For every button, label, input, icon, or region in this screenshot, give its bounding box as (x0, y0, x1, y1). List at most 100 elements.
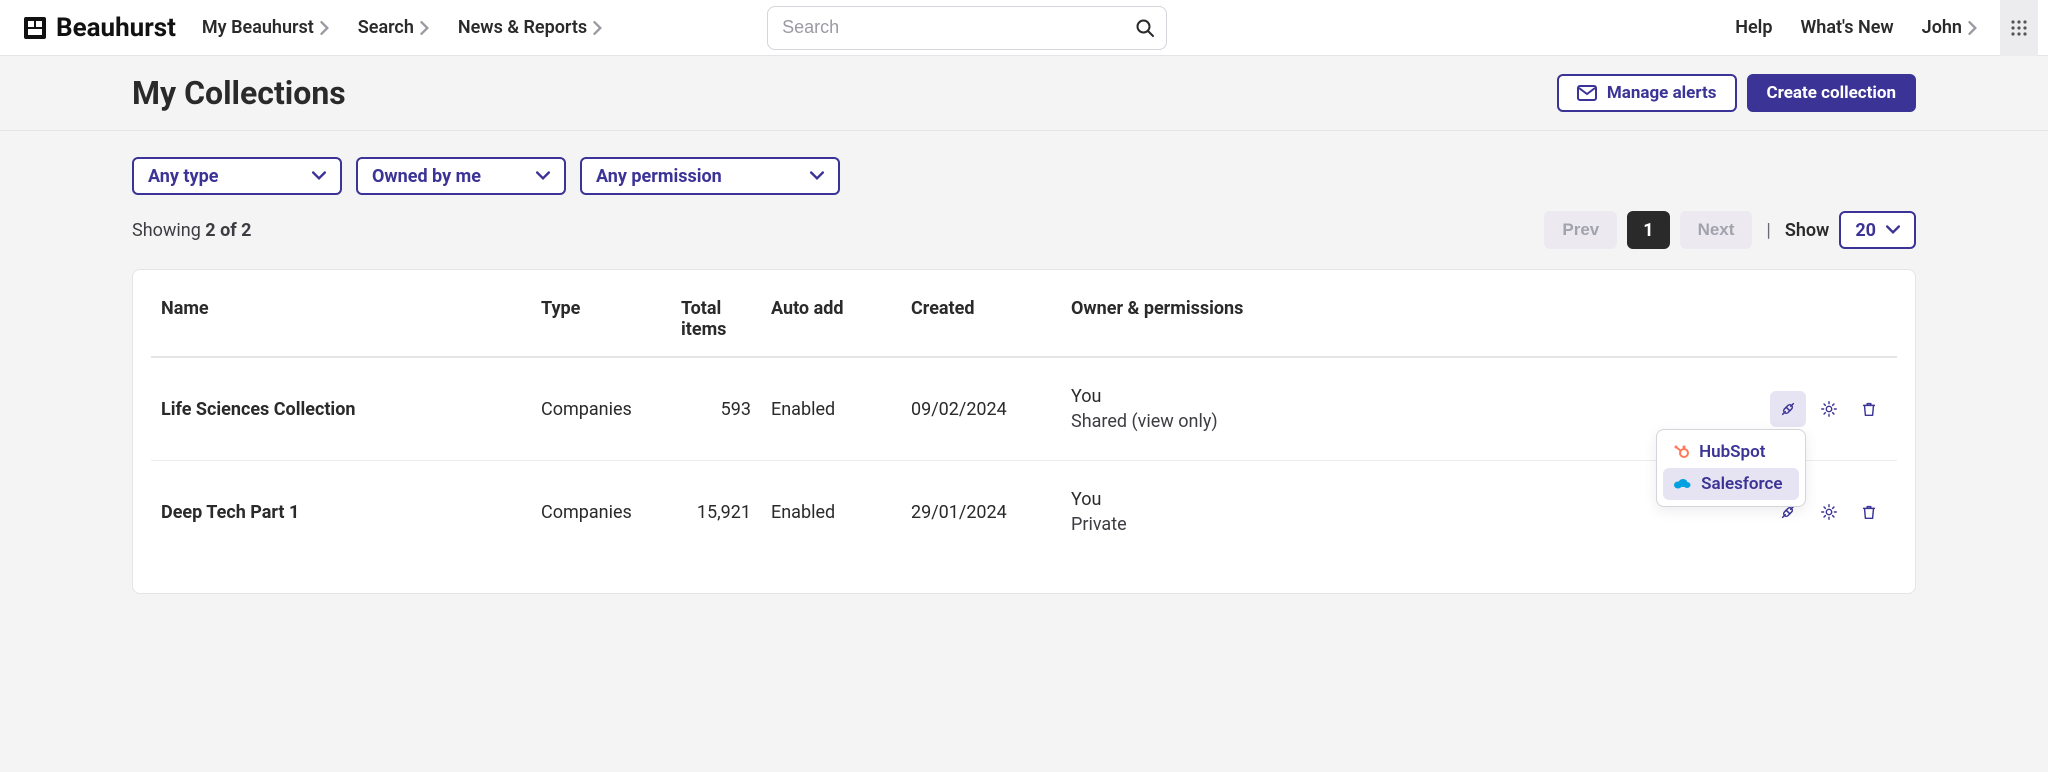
popover-hubspot[interactable]: HubSpot (1663, 436, 1799, 468)
brand-name: Beauhurst (56, 13, 176, 43)
cell-created: 09/02/2024 (901, 357, 1061, 461)
cell-created: 29/01/2024 (901, 461, 1061, 564)
col-name: Name (151, 288, 531, 357)
popover-salesforce[interactable]: Salesforce (1663, 468, 1799, 500)
chevron-down-icon (536, 171, 550, 181)
chevron-down-icon (810, 171, 824, 181)
pagination: Prev 1 Next | Show 20 (1544, 211, 1916, 249)
nav-user-menu[interactable]: John (1908, 0, 1992, 56)
nav-search-label: Search (358, 17, 414, 38)
top-navbar: Beauhurst My Beauhurst Search News & Rep… (0, 0, 2048, 56)
cell-actions: HubSpot Salesforce (1757, 357, 1897, 461)
settings-button[interactable] (1811, 494, 1847, 530)
table-row: Deep Tech Part 1 Companies 15,921 Enable… (151, 461, 1897, 564)
apps-grid-icon (2010, 19, 2028, 37)
trash-icon (1860, 503, 1878, 521)
nav-my-beauhurst-label: My Beauhurst (202, 17, 314, 38)
results-count: Showing 2 of 2 (132, 220, 252, 241)
cell-name[interactable]: Deep Tech Part 1 (151, 461, 531, 564)
manage-alerts-button[interactable]: Manage alerts (1557, 74, 1737, 112)
gear-icon (1820, 400, 1838, 418)
nav-help-label: Help (1735, 17, 1772, 38)
filter-type-label: Any type (148, 166, 218, 187)
search-icon[interactable] (1135, 18, 1155, 38)
cell-name[interactable]: Life Sciences Collection (151, 357, 531, 461)
filter-permission-label: Any permission (596, 166, 722, 187)
filter-row: Any type Owned by me Any permission (132, 157, 1916, 195)
settings-button[interactable] (1811, 391, 1847, 427)
popover-hubspot-label: HubSpot (1699, 442, 1765, 462)
nav-whats-new-label: What's New (1800, 17, 1893, 38)
chevron-right-icon (320, 21, 330, 35)
brand[interactable]: Beauhurst (10, 13, 188, 43)
cell-auto: Enabled (761, 461, 901, 564)
page-header: My Collections Manage alerts Create coll… (0, 56, 2048, 131)
prev-button[interactable]: Prev (1544, 211, 1617, 249)
show-label: Show (1785, 220, 1830, 241)
cell-auto: Enabled (761, 357, 901, 461)
next-button[interactable]: Next (1680, 211, 1753, 249)
nav-whats-new[interactable]: What's New (1786, 0, 1907, 56)
col-actions (1757, 288, 1897, 357)
results-count-bold: 2 of 2 (205, 220, 251, 241)
owner-line1: You (1071, 386, 1101, 407)
brand-logo-icon (22, 15, 48, 41)
col-type: Type (531, 288, 671, 357)
filter-owner-label: Owned by me (372, 166, 481, 187)
nav-user-name: John (1922, 17, 1962, 38)
owner-line2: Shared (view only) (1071, 411, 1747, 432)
col-total: Total items (671, 288, 761, 357)
delete-button[interactable] (1851, 494, 1887, 530)
search-input[interactable] (767, 6, 1167, 50)
chevron-down-icon (312, 171, 326, 181)
meta-row: Showing 2 of 2 Prev 1 Next | Show 20 (132, 211, 1916, 249)
trash-icon (1860, 400, 1878, 418)
chevron-down-icon (1886, 225, 1900, 235)
owner-line2: Private (1071, 514, 1747, 535)
pager-separator: | (1762, 220, 1774, 241)
plug-icon (1779, 400, 1797, 418)
results-count-prefix: Showing (132, 220, 205, 241)
chevron-right-icon (420, 21, 430, 35)
nav-news-label: News & Reports (458, 17, 587, 38)
integrations-popover: HubSpot Salesforce (1656, 429, 1806, 507)
nav-search[interactable]: Search (344, 0, 444, 56)
col-created: Created (901, 288, 1061, 357)
cell-total: 593 (671, 357, 761, 461)
cell-owner: You Private (1061, 461, 1757, 564)
col-owner: Owner & permissions (1061, 288, 1757, 357)
global-search (767, 6, 1167, 50)
filter-permission[interactable]: Any permission (580, 157, 840, 195)
cell-owner: You Shared (view only) (1061, 357, 1757, 461)
create-collection-button[interactable]: Create collection (1747, 74, 1917, 112)
collections-table: Name Type Total items Auto add Created O… (151, 288, 1897, 563)
cell-total: 15,921 (671, 461, 761, 564)
filter-type[interactable]: Any type (132, 157, 342, 195)
chevron-right-icon (593, 21, 603, 35)
apps-grid-button[interactable] (2000, 0, 2038, 56)
hubspot-icon (1673, 444, 1689, 460)
create-collection-label: Create collection (1767, 83, 1897, 103)
filter-owner[interactable]: Owned by me (356, 157, 566, 195)
page-size-value: 20 (1855, 220, 1876, 241)
nav-my-beauhurst[interactable]: My Beauhurst (188, 0, 344, 56)
popover-salesforce-label: Salesforce (1701, 474, 1782, 494)
cell-type: Companies (531, 461, 671, 564)
page-current: 1 (1627, 211, 1669, 249)
owner-line1: You (1071, 489, 1101, 510)
manage-alerts-label: Manage alerts (1607, 83, 1717, 103)
nav-news-reports[interactable]: News & Reports (444, 0, 617, 56)
table-row: Life Sciences Collection Companies 593 E… (151, 357, 1897, 461)
integrations-button[interactable]: HubSpot Salesforce (1770, 391, 1806, 427)
page-size-select[interactable]: 20 (1839, 211, 1916, 249)
page-title: My Collections (132, 74, 346, 112)
cell-type: Companies (531, 357, 671, 461)
salesforce-icon (1673, 477, 1691, 491)
collections-table-card: Name Type Total items Auto add Created O… (132, 269, 1916, 594)
gear-icon (1820, 503, 1838, 521)
delete-button[interactable] (1851, 391, 1887, 427)
chevron-right-icon (1968, 21, 1978, 35)
nav-help[interactable]: Help (1721, 0, 1786, 56)
col-auto: Auto add (761, 288, 901, 357)
envelope-icon (1577, 85, 1597, 101)
